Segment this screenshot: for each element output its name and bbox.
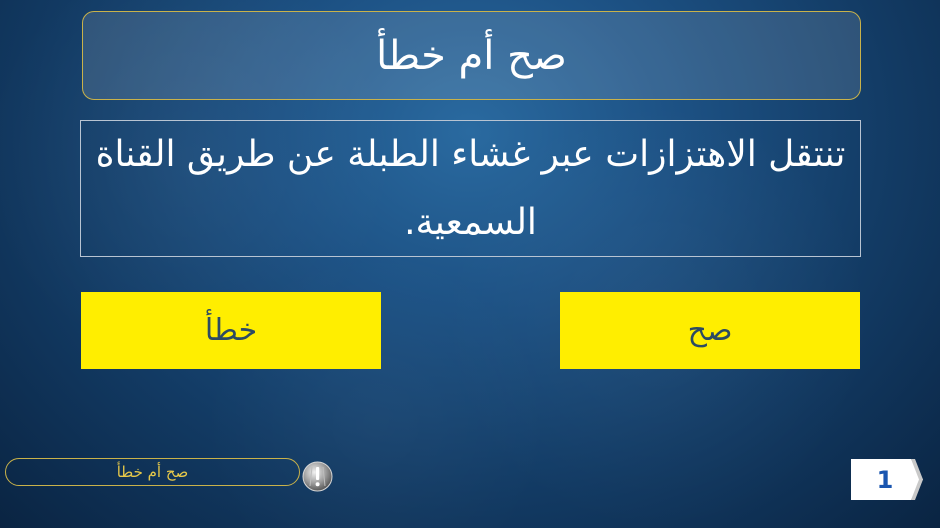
question-box: تنتقل الاهتزازات عبر غشاء الطبلة عن طريق… [80, 120, 861, 257]
page-number: 1 [876, 465, 894, 494]
question-text: تنتقل الاهتزازات عبر غشاء الطبلة عن طريق… [95, 133, 846, 243]
exclamation-icon[interactable] [302, 461, 333, 492]
page-title: صح أم خطأ [376, 32, 567, 79]
false-answer-button[interactable]: خطأ [81, 292, 381, 369]
title-box: صح أم خطأ [82, 11, 861, 100]
true-answer-button[interactable]: صح [560, 292, 860, 369]
false-answer-label: خطأ [204, 313, 258, 348]
true-answer-label: صح [687, 313, 733, 348]
footer-label-pill: صح أم خطأ [5, 458, 300, 486]
footer-label: صح أم خطأ [116, 463, 189, 481]
